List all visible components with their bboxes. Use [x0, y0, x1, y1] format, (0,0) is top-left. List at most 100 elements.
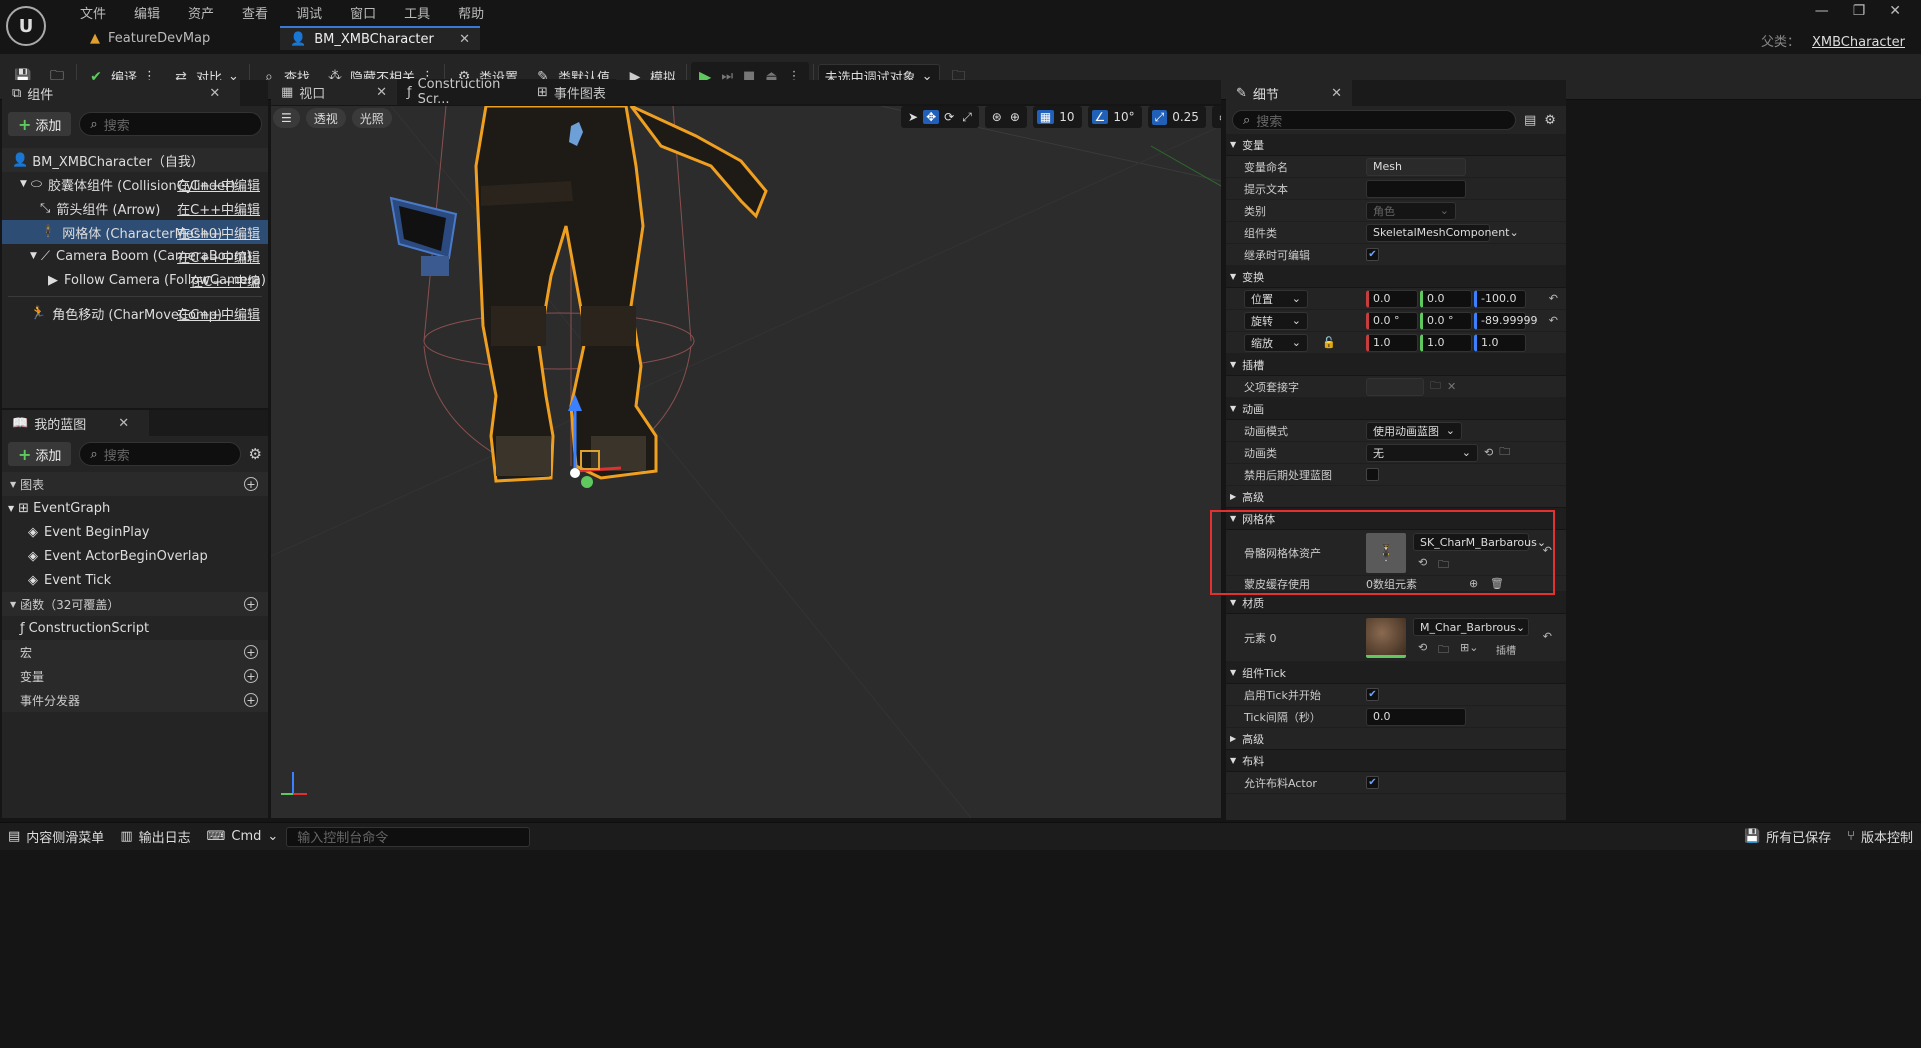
- tab-details[interactable]: ✎ 细节 ✕: [1226, 80, 1352, 106]
- add-member-button[interactable]: + 添加: [8, 442, 72, 466]
- scale-z-field[interactable]: 1.0: [1474, 333, 1526, 352]
- tab-bm-xmbcharacter[interactable]: 👤 BM_XMBCharacter ✕: [280, 26, 480, 50]
- table-view-icon[interactable]: ▤: [1524, 113, 1536, 128]
- section-advanced[interactable]: ▶ 高级: [1226, 486, 1566, 508]
- move-icon[interactable]: ✥: [923, 110, 940, 124]
- parent-socket-field[interactable]: [1366, 377, 1424, 396]
- menu-help[interactable]: 帮助: [444, 3, 498, 22]
- details-search-input[interactable]: ⌕ 搜索: [1232, 110, 1516, 130]
- lock-icon[interactable]: 🔓: [1322, 336, 1336, 349]
- section-transform[interactable]: ▼ 变换: [1226, 266, 1566, 288]
- tree-item-mesh[interactable]: 🕴 网格体 (CharacterMesh0) 在C++中编辑: [2, 220, 268, 244]
- section-cloth[interactable]: ▼ 布料: [1226, 750, 1566, 772]
- content-drawer-button[interactable]: ▤ 内容侧滑菜单: [0, 823, 112, 851]
- angle-snap[interactable]: ∠ 10°: [1087, 106, 1142, 128]
- edit-in-cpp-link[interactable]: 在C++中编辑: [177, 247, 260, 266]
- follow-camera-gizmo[interactable]: [389, 196, 458, 276]
- tab-my-blueprint[interactable]: 📖 我的蓝图 ✕: [2, 410, 150, 436]
- allow-cloth-checkbox[interactable]: ✔: [1366, 776, 1379, 789]
- character-mesh[interactable]: [474, 106, 768, 483]
- tree-item-arrow[interactable]: ⤡ 箭头组件 (Arrow) 在C++中编辑: [2, 196, 268, 220]
- tree-item-collision-cylinder[interactable]: ▼ ⬭ 胶囊体组件 (CollisionCylinder) 在C++中编辑: [2, 172, 268, 196]
- section-socket[interactable]: ▼ 插槽: [1226, 354, 1566, 376]
- location-x-field[interactable]: 0.0: [1366, 289, 1418, 308]
- cmd-dropdown[interactable]: ⌨ Cmd ⌄: [199, 823, 287, 851]
- variable-name-field[interactable]: Mesh: [1366, 157, 1466, 176]
- console-input[interactable]: 输入控制台命令: [286, 826, 531, 847]
- section-animation[interactable]: ▼ 动画: [1226, 398, 1566, 420]
- blueprint-search-input[interactable]: ⌕ 搜索: [79, 442, 241, 466]
- add-dispatcher-icon[interactable]: +: [244, 693, 258, 707]
- edit-in-cpp-link[interactable]: 在C++中编辑: [177, 175, 260, 194]
- unreal-logo-icon[interactable]: U: [6, 6, 46, 46]
- surface-snap-icon[interactable]: ⊛: [989, 110, 1005, 124]
- section-functions[interactable]: ▼ 函数（32可覆盖） +: [2, 592, 268, 616]
- select-icon[interactable]: ➤: [905, 110, 921, 124]
- category-dropdown[interactable]: 角色 ⌄: [1366, 201, 1456, 220]
- section-dispatchers[interactable]: 事件分发器 +: [2, 688, 268, 712]
- use-selected-icon[interactable]: ⟲: [1484, 446, 1493, 459]
- close-icon[interactable]: ✕: [376, 85, 387, 100]
- menu-view[interactable]: 查看: [228, 3, 282, 22]
- rotation-z-field[interactable]: -89.99999: [1474, 311, 1537, 330]
- tab-construction-script[interactable]: ƒ Construction Scr...: [397, 77, 527, 107]
- material-thumbnail[interactable]: [1366, 618, 1406, 658]
- browse-icon[interactable]: 🗀: [1499, 443, 1510, 462]
- section-advanced-tick[interactable]: ▶ 高级: [1226, 728, 1566, 750]
- section-variable[interactable]: ▼ 变量: [1226, 134, 1566, 156]
- close-icon[interactable]: ✕: [1331, 86, 1342, 101]
- anim-class-dropdown[interactable]: 无 ⌄: [1366, 443, 1478, 462]
- add-macro-icon[interactable]: +: [244, 645, 258, 659]
- gear-icon[interactable]: ⚙: [249, 445, 262, 463]
- components-search-input[interactable]: ⌕ 搜索: [79, 112, 262, 136]
- tree-item-event[interactable]: ◈ Event BeginPlay: [2, 520, 268, 544]
- add-variable-icon[interactable]: +: [244, 669, 258, 683]
- start-with-tick-checkbox[interactable]: ✔: [1366, 688, 1379, 701]
- close-icon[interactable]: ✕: [209, 86, 220, 101]
- collapse-arrow-icon[interactable]: ▼: [20, 179, 27, 189]
- section-variables[interactable]: 变量 +: [2, 664, 268, 688]
- section-tick[interactable]: ▼ 组件Tick: [1226, 662, 1566, 684]
- use-selected-icon[interactable]: ⟲: [1418, 641, 1427, 654]
- lighting-button[interactable]: 光照: [351, 108, 392, 128]
- close-icon[interactable]: ✕: [459, 32, 470, 47]
- edit-in-cpp-link[interactable]: 在C++中编辑: [177, 223, 260, 242]
- tree-item-follow-camera[interactable]: ▶ Follow Camera (FollowCamera) 在C++中编: [2, 268, 268, 292]
- gear-icon[interactable]: ⚙: [1544, 113, 1556, 128]
- tab-featuredevmap[interactable]: ▲ FeatureDevMap: [80, 26, 276, 50]
- menu-debug[interactable]: 调试: [282, 3, 336, 22]
- menu-edit[interactable]: 编辑: [120, 3, 174, 22]
- scale-snap[interactable]: ⤢ 0.25: [1147, 106, 1206, 128]
- anim-mode-dropdown[interactable]: 使用动画蓝图 ⌄: [1366, 421, 1462, 440]
- edit-in-cpp-link[interactable]: 在C++中编辑: [177, 304, 260, 323]
- browse-icon[interactable]: 🗀: [1438, 641, 1449, 660]
- section-materials[interactable]: ▼ 材质: [1226, 592, 1566, 614]
- viewport[interactable]: ☰ 透视 光照 ➤ ✥ ⟳ ⤢ ⊛ ⊕ ▦ 10 ∠ 10° ⤢ 0.25 ▭1: [271, 106, 1221, 818]
- minimize-icon[interactable]: —: [1815, 3, 1829, 19]
- location-z-field[interactable]: -100.0: [1474, 289, 1526, 308]
- scale-y-field[interactable]: 1.0: [1420, 333, 1472, 352]
- rotation-mode-dropdown[interactable]: 旋转 ⌄: [1244, 311, 1308, 330]
- tree-item-eventgraph[interactable]: ▼ ⊞ EventGraph: [2, 496, 268, 520]
- section-macros[interactable]: 宏 +: [2, 640, 268, 664]
- tab-components[interactable]: ⧉ 组件 ✕: [2, 80, 241, 106]
- save-all-button[interactable]: 💾 所有已保存: [1736, 823, 1839, 851]
- rotation-x-field[interactable]: 0.0 °: [1366, 311, 1418, 330]
- reset-icon[interactable]: ↶: [1543, 630, 1552, 643]
- add-graph-icon[interactable]: +: [244, 477, 258, 491]
- material-dropdown[interactable]: M_Char_Barbrous ⌄: [1413, 618, 1529, 636]
- add-function-icon[interactable]: +: [244, 597, 258, 611]
- rotation-y-field[interactable]: 0.0 °: [1420, 311, 1472, 330]
- tree-item-camera-boom[interactable]: ▼ ⟋ Camera Boom (CameraBoom) 在C++中编辑: [2, 244, 268, 268]
- tick-interval-field[interactable]: 0.0: [1366, 707, 1466, 726]
- menu-asset[interactable]: 资产: [174, 3, 228, 22]
- hamburger-icon[interactable]: ☰: [273, 108, 300, 128]
- tree-item-event[interactable]: ◈ Event Tick: [2, 568, 268, 592]
- component-class-dropdown[interactable]: SkeletalMeshComponent ⌄: [1366, 223, 1519, 242]
- tab-viewport[interactable]: ▦ 视口 ✕: [271, 79, 397, 105]
- camera-speed[interactable]: ▭1: [1211, 106, 1221, 128]
- menu-file[interactable]: 文件: [66, 3, 120, 22]
- close-icon[interactable]: ✕: [118, 416, 129, 431]
- collapse-arrow-icon[interactable]: ▼: [30, 251, 37, 261]
- disable-post-process-checkbox[interactable]: [1366, 468, 1379, 481]
